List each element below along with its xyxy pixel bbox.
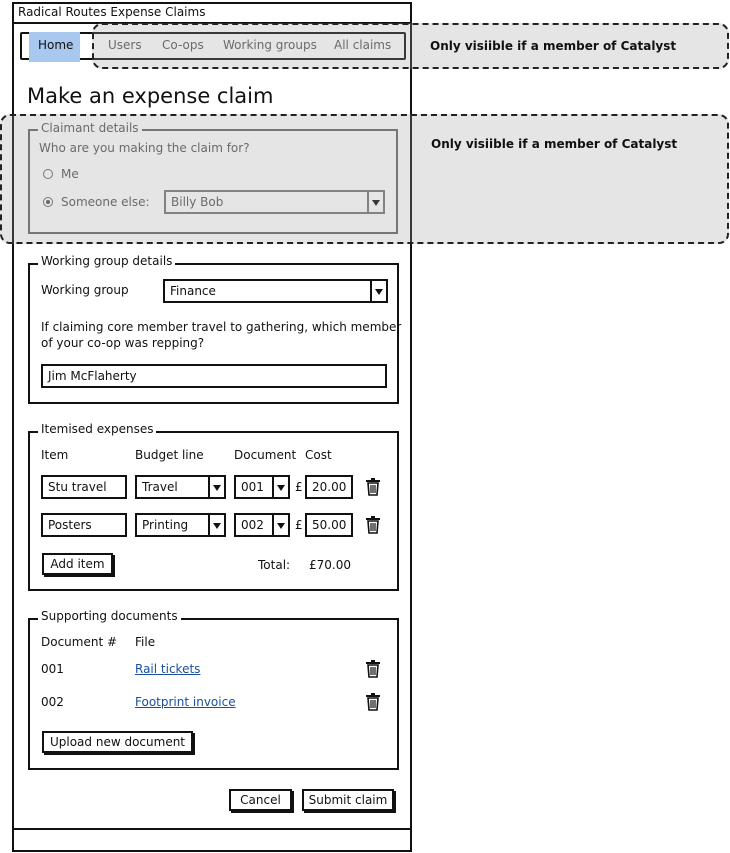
submit-claim-button[interactable]: Submit claim bbox=[302, 789, 394, 811]
nav-annotation-note: Only visiible if a member of Catalyst bbox=[430, 39, 677, 53]
column-header-file: File bbox=[135, 635, 156, 649]
expenses-legend: Itemised expenses bbox=[38, 422, 157, 436]
item-input[interactable]: Posters bbox=[41, 513, 127, 537]
file-link[interactable]: Rail tickets bbox=[135, 662, 200, 676]
doc-num: 001 bbox=[41, 662, 64, 676]
budget-select-value: Travel bbox=[142, 480, 178, 494]
document-select[interactable]: 002 bbox=[234, 513, 290, 537]
trash-icon[interactable] bbox=[365, 516, 381, 534]
travel-question-line1: If claiming core member travel to gather… bbox=[41, 320, 402, 334]
item-input-value: Posters bbox=[48, 518, 92, 532]
document-select[interactable]: 001 bbox=[234, 475, 290, 499]
item-input[interactable]: Stu travel bbox=[41, 475, 127, 499]
budget-select[interactable]: Travel bbox=[135, 475, 226, 499]
cost-input[interactable]: 50.00 bbox=[305, 513, 353, 537]
item-input-value: Stu travel bbox=[48, 480, 107, 494]
working-group-label: Working group bbox=[41, 283, 129, 297]
trash-icon[interactable] bbox=[365, 693, 381, 711]
nav-item-home[interactable]: Home bbox=[29, 32, 80, 62]
upload-document-button[interactable]: Upload new document bbox=[42, 731, 193, 753]
currency-symbol: £ bbox=[295, 480, 303, 494]
doc-num: 002 bbox=[41, 695, 64, 709]
add-item-button[interactable]: Add item bbox=[42, 553, 113, 575]
claimant-annotation-note: Only visiible if a member of Catalyst bbox=[431, 137, 678, 151]
trash-icon[interactable] bbox=[365, 478, 381, 496]
cancel-button[interactable]: Cancel bbox=[229, 789, 292, 811]
chevron-down-icon bbox=[272, 515, 288, 535]
nav-item-label: Home bbox=[38, 38, 74, 52]
documents-legend: Supporting documents bbox=[38, 609, 181, 623]
trash-icon[interactable] bbox=[365, 660, 381, 678]
currency-symbol: £ bbox=[295, 518, 303, 532]
catalyst-only-overlay bbox=[0, 114, 729, 244]
chevron-down-icon bbox=[370, 281, 386, 301]
working-group-select[interactable]: Finance bbox=[163, 279, 388, 303]
chevron-down-icon bbox=[208, 477, 224, 497]
cost-input[interactable]: 20.00 bbox=[305, 475, 353, 499]
rep-input-value: Jim McFlaherty bbox=[48, 369, 137, 383]
document-select-value: 001 bbox=[241, 480, 264, 494]
title-bar: Radical Routes Expense Claims bbox=[14, 2, 412, 24]
column-header-cost: Cost bbox=[305, 448, 332, 462]
budget-select-value: Printing bbox=[142, 518, 189, 532]
working-group-legend: Working group details bbox=[38, 254, 176, 268]
column-header-item: Item bbox=[41, 448, 69, 462]
travel-question-line2: of your co-op was repping? bbox=[41, 336, 205, 350]
page-title: Make an expense claim bbox=[27, 84, 274, 108]
rep-input[interactable]: Jim McFlaherty bbox=[41, 364, 387, 388]
column-header-budget: Budget line bbox=[135, 448, 204, 462]
chevron-down-icon bbox=[272, 477, 288, 497]
column-header-document: Document bbox=[234, 448, 297, 462]
column-header-doc-num: Document # bbox=[41, 635, 118, 649]
window-footer bbox=[14, 828, 412, 830]
chevron-down-icon bbox=[208, 515, 224, 535]
budget-select[interactable]: Printing bbox=[135, 513, 226, 537]
working-group-select-value: Finance bbox=[170, 284, 216, 298]
cost-input-value: 50.00 bbox=[312, 518, 347, 532]
cost-input-value: 20.00 bbox=[312, 480, 347, 494]
file-link[interactable]: Footprint invoice bbox=[135, 695, 236, 709]
total-value: £70.00 bbox=[309, 558, 351, 572]
total-label: Total: bbox=[258, 558, 291, 572]
document-select-value: 002 bbox=[241, 518, 264, 532]
window-title: Radical Routes Expense Claims bbox=[18, 5, 206, 19]
